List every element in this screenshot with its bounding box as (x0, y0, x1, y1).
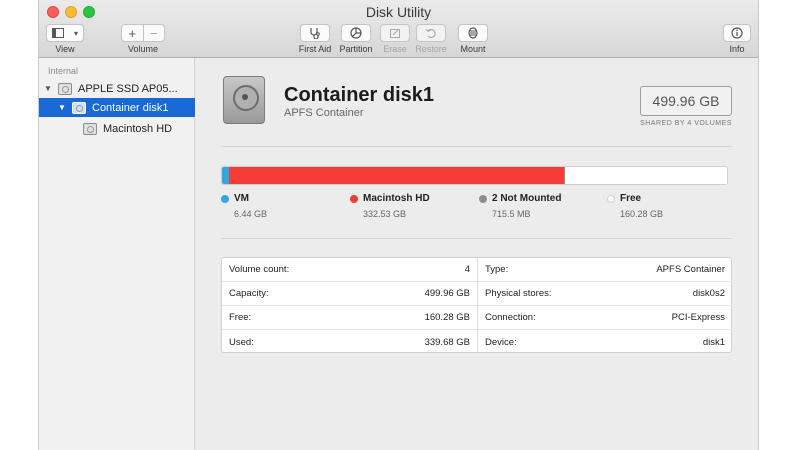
legend-name: 2 Not Mounted (492, 193, 562, 204)
info-label: Type: (485, 264, 509, 275)
mount-button[interactable] (458, 24, 488, 42)
info-value: PCI-Express (671, 312, 725, 323)
mount-icon (468, 27, 478, 39)
info-label: Capacity: (229, 288, 269, 299)
info-row-used: Used: 339.68 GB (222, 330, 477, 354)
volume-buttons: + − (121, 24, 165, 42)
sidebar-item-apple-ssd[interactable]: ▼ APPLE SSD AP05... (39, 79, 195, 98)
stethoscope-icon (310, 28, 320, 39)
view-label: View (55, 44, 75, 54)
info-icon (731, 27, 743, 39)
legend-size: 6.44 GB (234, 209, 268, 219)
restore-button[interactable] (416, 24, 446, 42)
info-label: Physical stores: (485, 288, 552, 299)
info-row-physical-stores: Physical stores: disk0s2 (478, 282, 732, 306)
sidebar-icon (47, 25, 69, 41)
info-value: disk0s2 (692, 288, 725, 299)
info-row-volume-count: Volume count: 4 (222, 258, 477, 282)
info-row-type: Type: APFS Container (478, 258, 732, 282)
first-aid-label: First Aid (298, 44, 332, 54)
info-label: Device: (485, 336, 517, 348)
erase-icon (390, 29, 400, 38)
legend-color-dot (221, 195, 229, 203)
shared-volumes-note: SHARED BY 4 VOLUMES (640, 120, 732, 127)
volume-label: Volume (127, 44, 159, 54)
legend-size: 715.5 MB (492, 209, 531, 219)
volume-icon (83, 122, 97, 135)
toolbar: Disk Utility ▾ View + − Volume First Aid… (39, 0, 758, 58)
container-name: Container disk1 (284, 84, 435, 106)
info-row-capacity: Capacity: 499.96 GB (222, 282, 477, 306)
disk-utility-window: Disk Utility ▾ View + − Volume First Aid… (38, 0, 759, 450)
info-label: Free: (229, 312, 252, 323)
usage-segment-macintosh-hd (228, 167, 565, 184)
view-button[interactable]: ▾ (46, 24, 84, 42)
legend-size: 160.28 GB (620, 209, 664, 219)
info-row-device: Device: disk1 (478, 330, 732, 354)
legend-color-dot (479, 195, 487, 203)
chevron-down-icon: ▾ (73, 28, 78, 38)
restore-label: Restore (415, 44, 447, 54)
sidebar-section-internal: Internal (48, 66, 79, 76)
legend-name: VM (234, 193, 249, 204)
divider (221, 238, 732, 239)
remove-volume-button[interactable]: − (144, 25, 165, 41)
info-table: Volume count: 4 Capacity: 499.96 GB Free… (221, 257, 732, 353)
info-label: Used: (229, 336, 254, 348)
legend-size: 332.53 GB (363, 209, 407, 219)
sidebar-item-macintosh-hd[interactable]: Macintosh HD (39, 119, 195, 138)
container-icon (72, 101, 86, 114)
legend-name: Macintosh HD (363, 193, 430, 204)
add-volume-button[interactable]: + (122, 25, 144, 41)
container-disk-icon (223, 76, 265, 124)
sidebar-item-label: APPLE SSD AP05... (78, 82, 178, 95)
info-label: Info (729, 44, 745, 54)
sidebar-item-label: Container disk1 (92, 101, 169, 114)
restore-icon (425, 28, 436, 39)
info-value: 4 (464, 264, 470, 275)
partition-button[interactable] (341, 24, 371, 42)
info-row-connection: Connection: PCI-Express (478, 306, 732, 330)
mount-label: Mount (460, 44, 486, 54)
disclosure-triangle-icon[interactable]: ▼ (42, 84, 54, 93)
container-type: APFS Container (284, 107, 364, 119)
info-label: Volume count: (229, 264, 290, 275)
window-title: Disk Utility (365, 4, 432, 20)
legend-name: Free (620, 193, 642, 204)
internal-disk-icon (58, 82, 72, 95)
disclosure-triangle-icon[interactable]: ▼ (56, 103, 68, 112)
legend-color-dot (607, 195, 615, 203)
partition-label: Partition (339, 44, 373, 54)
info-value: 499.96 GB (424, 288, 470, 299)
usage-segment-free (565, 167, 727, 184)
info-row-free: Free: 160.28 GB (222, 306, 477, 330)
info-label: Connection: (485, 312, 536, 323)
usage-bar (221, 166, 728, 185)
erase-label: Erase (383, 44, 407, 54)
info-button[interactable] (723, 24, 751, 42)
info-column-right: Type: APFS Container Physical stores: di… (477, 258, 732, 352)
info-value: disk1 (702, 336, 725, 348)
sidebar-item-label: Macintosh HD (103, 122, 173, 135)
info-value: APFS Container (656, 264, 725, 275)
capacity-box: 499.96 GB (640, 86, 732, 116)
detail-pane: Container disk1 APFS Container 499.96 GB… (196, 58, 758, 450)
pie-chart-icon (350, 27, 362, 39)
sidebar-item-container-disk1[interactable]: ▼ Container disk1 (39, 98, 195, 117)
info-value: 339.68 GB (424, 336, 470, 348)
info-value: 160.28 GB (424, 312, 470, 323)
legend-color-dot (350, 195, 358, 203)
sidebar: Internal ▼ APPLE SSD AP05... ▼ Container… (39, 58, 195, 450)
erase-button[interactable] (380, 24, 410, 42)
info-column-left: Volume count: 4 Capacity: 499.96 GB Free… (222, 258, 477, 352)
divider (221, 146, 732, 147)
first-aid-button[interactable] (300, 24, 330, 42)
